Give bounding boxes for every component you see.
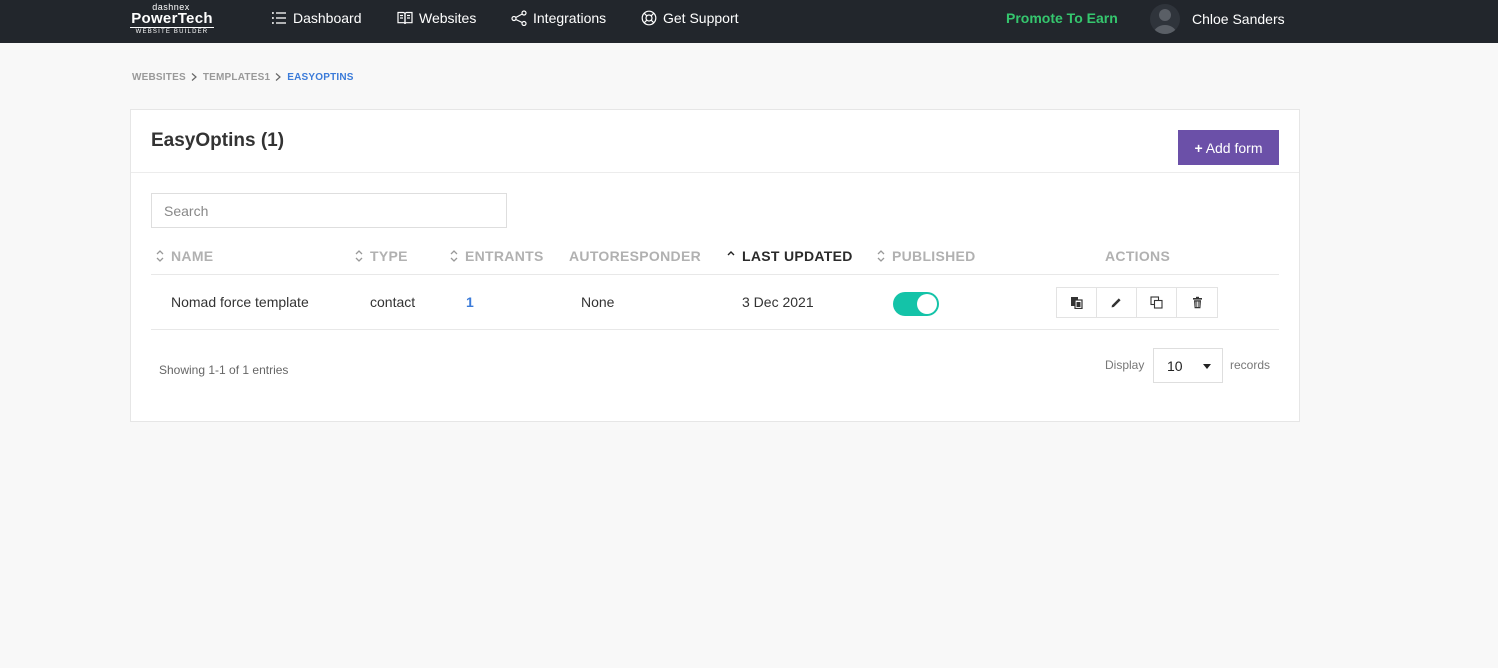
nav-integrations[interactable]: Integrations xyxy=(511,0,606,36)
page-size-select[interactable]: 10 xyxy=(1153,348,1223,383)
caret-down-icon xyxy=(1203,364,1211,369)
breadcrumb-easyoptins: EASYOPTINS xyxy=(287,71,354,83)
promote-to-earn-link[interactable]: Promote To Earn xyxy=(1006,0,1118,36)
edit-button[interactable] xyxy=(1097,288,1137,317)
nav-websites-label: Websites xyxy=(419,10,477,26)
nav-get-support[interactable]: Get Support xyxy=(641,0,739,36)
pencil-icon xyxy=(1111,298,1121,308)
column-header-last-updated[interactable]: LAST UPDATED xyxy=(726,248,853,264)
column-header-entrants[interactable]: ENTRANTS xyxy=(449,248,544,264)
page-size-value: 10 xyxy=(1167,357,1183,374)
entries-summary: Showing 1-1 of 1 entries xyxy=(159,363,289,377)
column-label: ACTIONS xyxy=(1105,248,1171,264)
records-label: records xyxy=(1230,358,1271,372)
sort-icon xyxy=(355,250,363,262)
breadcrumb-websites[interactable]: WEBSITES xyxy=(132,72,186,83)
column-label: TYPE xyxy=(370,248,408,264)
cell-type: contact xyxy=(370,294,416,310)
column-label: LAST UPDATED xyxy=(742,248,853,264)
breadcrumb-templates1[interactable]: TEMPLATES1 xyxy=(203,72,270,83)
table-header-divider xyxy=(151,274,1279,275)
trash-icon xyxy=(1192,296,1202,309)
nav-integrations-label: Integrations xyxy=(533,10,607,26)
logo-brand-main: PowerTech xyxy=(131,10,213,27)
column-label: NAME xyxy=(171,248,214,264)
column-header-published[interactable]: PUBLISHED xyxy=(876,248,976,264)
book-icon xyxy=(397,11,413,25)
row-actions xyxy=(1056,287,1218,318)
add-form-button[interactable]: + Add form xyxy=(1178,130,1279,165)
nav-websites[interactable]: Websites xyxy=(397,0,476,36)
chevron-right-icon xyxy=(191,73,197,81)
column-label: ENTRANTS xyxy=(465,248,544,264)
column-header-autoresponder: AUTORESPONDER xyxy=(569,248,701,264)
table-row-divider xyxy=(151,329,1279,330)
column-label: PUBLISHED xyxy=(892,248,976,264)
avatar xyxy=(1150,4,1180,34)
cell-last-updated: 3 Dec 2021 xyxy=(742,294,814,310)
nav-dashboard[interactable]: Dashboard xyxy=(271,0,362,36)
duplicate-button[interactable] xyxy=(1137,288,1177,317)
breadcrumb: WEBSITES TEMPLATES1 EASYOPTINS xyxy=(132,70,354,84)
easyoptins-card: EasyOptins (1) + Add form NAME TYPE ENTR… xyxy=(130,109,1300,422)
sort-icon xyxy=(450,250,458,262)
add-form-label: Add form xyxy=(1205,139,1263,156)
nav-get-support-label: Get Support xyxy=(663,10,739,26)
logo-brand-sub: WEBSITE BUILDER xyxy=(130,27,214,36)
column-header-actions: ACTIONS xyxy=(1105,248,1170,264)
column-header-name[interactable]: NAME xyxy=(155,248,213,264)
chevron-right-icon xyxy=(275,73,282,81)
sort-icon xyxy=(877,250,885,262)
sort-asc-icon xyxy=(727,251,735,256)
top-navbar: dashnex PowerTech WEBSITE BUILDER Dashbo… xyxy=(0,0,1498,43)
powertech-logo[interactable]: dashnex PowerTech WEBSITE BUILDER xyxy=(130,2,220,36)
list-icon xyxy=(272,12,286,24)
plus-icon: + xyxy=(1194,139,1203,156)
user-silhouette-icon xyxy=(1153,9,1177,34)
search-input[interactable] xyxy=(151,193,507,228)
paste-icon xyxy=(1071,297,1083,309)
paste-button[interactable] xyxy=(1057,288,1097,317)
page-title: EasyOptins (1) xyxy=(151,130,285,151)
nav-dashboard-label: Dashboard xyxy=(293,10,362,26)
share-icon xyxy=(511,10,527,26)
column-header-type[interactable]: TYPE xyxy=(354,248,408,264)
delete-button[interactable] xyxy=(1177,288,1217,317)
cell-autoresponder: None xyxy=(581,294,615,310)
user-menu[interactable]: Chloe Sanders xyxy=(1150,3,1285,35)
cell-name: Nomad force template xyxy=(171,294,309,310)
copy-icon xyxy=(1150,296,1163,309)
toggle-knob xyxy=(917,294,937,314)
lifebuoy-icon xyxy=(641,10,657,26)
published-toggle[interactable] xyxy=(893,292,939,316)
sort-icon xyxy=(156,250,164,262)
user-name: Chloe Sanders xyxy=(1192,11,1285,27)
column-label: AUTORESPONDER xyxy=(569,248,701,264)
card-header: EasyOptins (1) + Add form xyxy=(131,110,1299,173)
cell-entrants-link[interactable]: 1 xyxy=(466,294,474,310)
display-label: Display xyxy=(1105,358,1145,372)
